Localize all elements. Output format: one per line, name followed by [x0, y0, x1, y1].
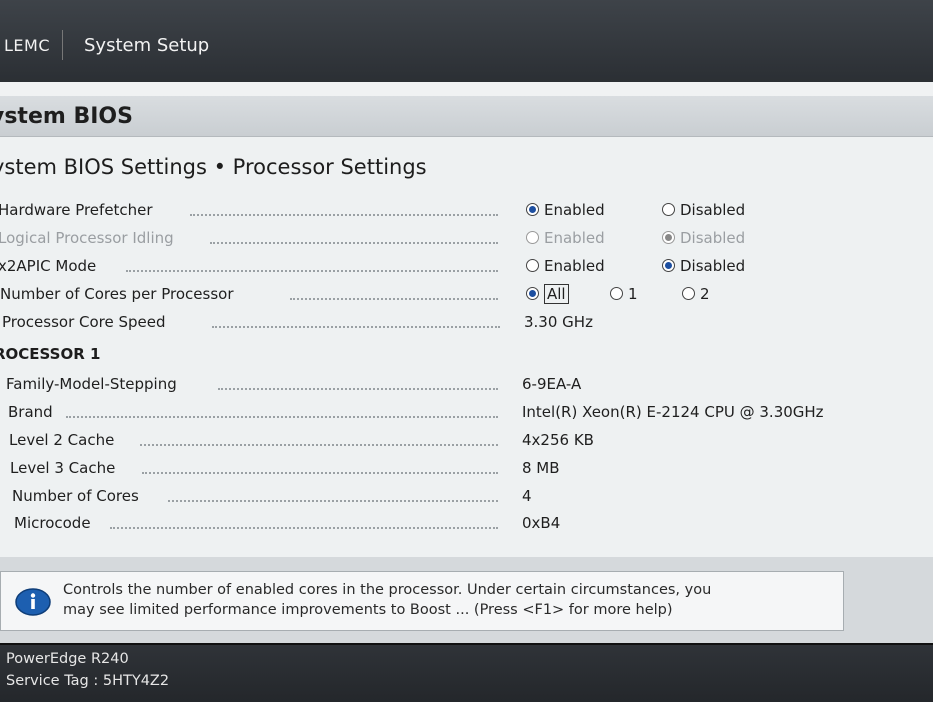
radio-option-label: Enabled — [544, 201, 605, 219]
processor-row-number-of-cores: Number of Cores 4 — [0, 485, 900, 511]
radio-option-enabled[interactable]: Enabled — [526, 201, 605, 219]
radio-unselected-icon — [526, 259, 539, 272]
top-bar: LEMC System Setup — [0, 0, 933, 84]
setting-label: x2APIC Mode — [0, 257, 101, 275]
info-value: Intel(R) Xeon(R) E-2124 CPU @ 3.30GHz — [522, 403, 824, 421]
radio-option-label: 1 — [628, 285, 638, 303]
leader-dots — [190, 214, 498, 216]
radio-unselected-icon — [682, 287, 695, 300]
settings-panel: ystem BIOS Settings • Processor Settings… — [0, 137, 933, 557]
info-label: Level 2 Cache — [9, 431, 119, 449]
leader-dots — [290, 298, 498, 300]
help-line-2: may see limited performance improvements… — [63, 602, 673, 618]
system-model: PowerEdge R240 — [6, 651, 129, 667]
footer-bar: PowerEdge R240 Service Tag : 5HTY4Z2 — [0, 643, 933, 702]
section-title: ystem BIOS — [0, 104, 133, 129]
radio-option-label: Disabled — [680, 257, 746, 275]
radio-selected-icon — [526, 203, 539, 216]
radio-selected-icon — [662, 231, 675, 244]
header-divider — [62, 30, 63, 60]
processor-row-brand: Brand Intel(R) Xeon(R) E-2124 CPU @ 3.30… — [0, 401, 900, 427]
radio-option-disabled: Disabled — [662, 229, 745, 247]
app-title: System Setup — [84, 35, 210, 56]
setting-row-hardware-prefetcher: Hardware Prefetcher Enabled Disabled — [0, 199, 900, 225]
info-label: Level 3 Cache — [10, 459, 120, 477]
processor-heading: ROCESSOR 1 — [0, 345, 101, 363]
info-label: Number of Cores — [12, 487, 143, 505]
info-icon — [15, 588, 51, 616]
setting-row-logical-processor-idling: Logical Processor Idling Enabled Disable… — [0, 227, 900, 253]
leader-dots — [210, 242, 498, 244]
vendor-brand: LEMC — [4, 36, 50, 55]
radio-option-disabled[interactable]: Disabled — [662, 201, 745, 219]
setting-label: Processor Core Speed — [2, 313, 170, 331]
service-tag: Service Tag : 5HTY4Z2 — [6, 673, 170, 689]
info-label: Brand — [8, 403, 57, 421]
setting-row-processor-core-speed: Processor Core Speed 3.30 GHz — [0, 311, 900, 337]
radio-option-label: Disabled — [680, 229, 746, 247]
leader-dots — [126, 270, 498, 272]
radio-option-label: All — [544, 284, 569, 304]
help-text: Controls the number of enabled cores in … — [63, 580, 833, 620]
info-label: Microcode — [14, 514, 95, 532]
radio-option-label: 2 — [700, 285, 710, 303]
info-value: 0xB4 — [522, 514, 561, 532]
info-value: 4 — [522, 487, 532, 505]
radio-option-enabled: Enabled — [526, 229, 605, 247]
radio-unselected-icon — [610, 287, 623, 300]
leader-dots — [140, 444, 498, 446]
radio-option-label: Enabled — [544, 229, 605, 247]
leader-dots — [66, 416, 498, 418]
setting-label: Hardware Prefetcher — [0, 201, 157, 219]
info-value: 6-9EA-A — [522, 375, 582, 393]
radio-selected-icon — [662, 259, 675, 272]
leader-dots — [110, 527, 498, 529]
radio-option-disabled[interactable]: Disabled — [662, 257, 745, 275]
radio-unselected-icon — [662, 203, 675, 216]
setting-value: 3.30 GHz — [524, 313, 593, 331]
radio-option-label: Disabled — [680, 201, 746, 219]
processor-row-level-2-cache: Level 2 Cache 4x256 KB — [0, 429, 900, 455]
help-area: Controls the number of enabled cores in … — [0, 557, 933, 643]
section-title-bar: ystem BIOS — [0, 96, 933, 137]
processor-row-level-3-cache: Level 3 Cache 8 MB — [0, 457, 900, 483]
processor-row-family-model-stepping: Family-Model-Stepping 6-9EA-A — [0, 373, 900, 399]
setting-row-x2apic-mode: x2APIC Mode Enabled Disabled — [0, 255, 900, 281]
info-value: 8 MB — [522, 459, 560, 477]
radio-option-2[interactable]: 2 — [682, 285, 710, 303]
setting-row-number-of-cores-per-processor: Number of Cores per Processor All 1 2 — [0, 283, 900, 309]
header-gap — [0, 82, 933, 96]
setting-label: Number of Cores per Processor — [0, 285, 238, 303]
radio-option-enabled[interactable]: Enabled — [526, 257, 605, 275]
info-value: 4x256 KB — [522, 431, 594, 449]
setting-label: Logical Processor Idling — [0, 229, 178, 247]
radio-unselected-icon — [526, 231, 539, 244]
radio-option-1[interactable]: 1 — [610, 285, 638, 303]
radio-option-label: Enabled — [544, 257, 605, 275]
info-label: Family-Model-Stepping — [6, 375, 181, 393]
leader-dots — [218, 388, 498, 390]
leader-dots — [168, 500, 498, 502]
radio-selected-icon — [526, 287, 539, 300]
processor-row-microcode: Microcode 0xB4 — [0, 512, 900, 538]
help-box: Controls the number of enabled cores in … — [0, 571, 844, 631]
breadcrumb: ystem BIOS Settings • Processor Settings — [0, 155, 427, 179]
leader-dots — [212, 326, 500, 328]
help-line-1: Controls the number of enabled cores in … — [63, 582, 712, 598]
leader-dots — [142, 472, 498, 474]
radio-option-all[interactable]: All — [526, 284, 569, 304]
